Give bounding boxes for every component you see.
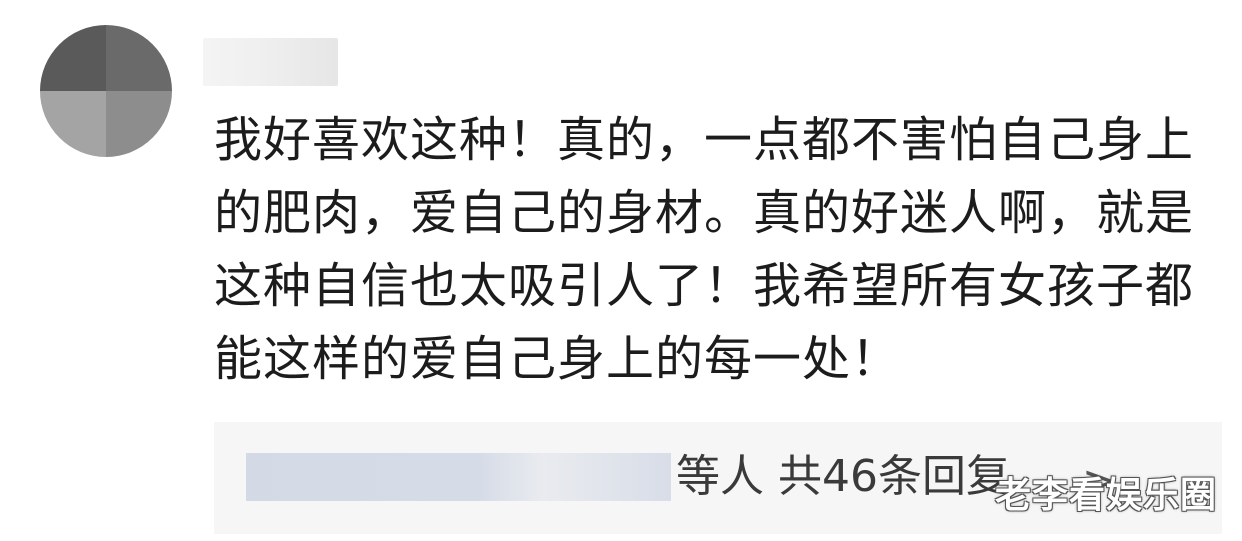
avatar-pixel — [106, 91, 172, 157]
watermark: 老李看娱乐圈 — [995, 475, 1218, 516]
reply-usernames-blurred — [246, 453, 671, 501]
avatar[interactable] — [40, 25, 172, 157]
username-blurred[interactable] — [203, 38, 338, 86]
replies-suffix: 等人 — [676, 451, 764, 502]
avatar-pixel — [40, 91, 106, 157]
replies-summary-label: 等人 共46条回复 — [676, 451, 1010, 503]
replies-count: 共46条回复 — [778, 451, 1010, 502]
comment-text: 我好喜欢这种！真的，一点都不害怕自己身上的肥肉，爱自己的身材。真的好迷人啊，就是… — [214, 112, 1195, 387]
avatar-pixel — [40, 25, 106, 91]
avatar-pixel — [106, 25, 172, 91]
